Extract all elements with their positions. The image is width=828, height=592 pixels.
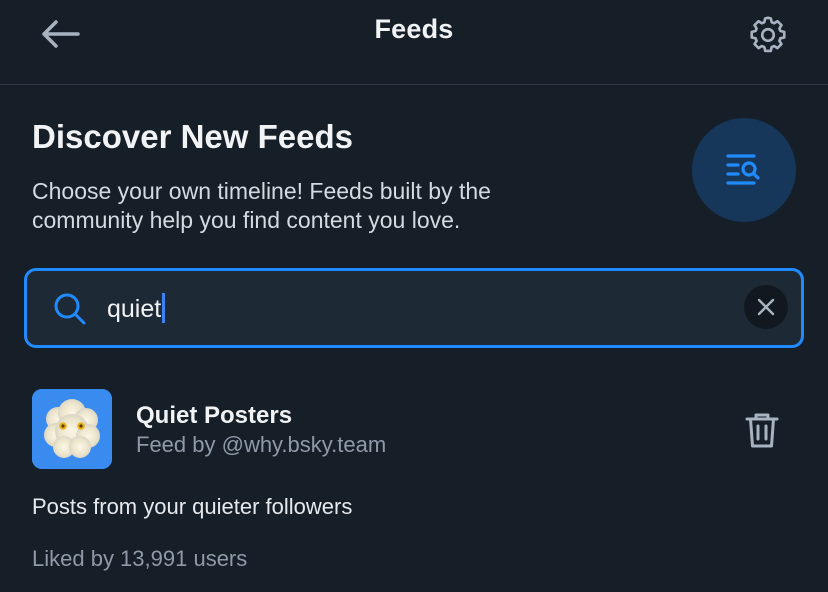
search-box[interactable]: quiet [24,268,804,348]
settings-button[interactable] [743,10,793,60]
clear-search-button[interactable] [744,285,788,329]
close-icon [757,298,775,316]
search-icon [54,293,86,325]
page-title: Feeds [374,14,454,44]
header: Feeds [0,0,828,85]
list-search-icon [726,154,760,185]
app: Feeds Discover New Feeds Choose your own… [0,0,828,592]
discover-title: Discover New Feeds [32,118,353,155]
gear-icon [750,16,786,53]
feed-likes: Liked by 13,991 users [32,546,248,571]
feed-description: Posts from your quieter followers [32,494,353,519]
search-input-value: quiet [107,295,162,323]
fog-face-icon [32,389,112,469]
text-caret [162,293,166,323]
discover-description: Choose your own timeline! Feeds built by… [32,178,491,233]
discover-badge [692,118,796,222]
search-input[interactable]: quiet [107,293,166,324]
feed-avatar[interactable] [32,389,112,469]
trash-icon [745,413,779,448]
feed-name[interactable]: Quiet Posters [136,402,292,430]
remove-feed-button[interactable] [740,408,784,452]
feed-author: Feed by @why.bsky.team [136,432,387,457]
